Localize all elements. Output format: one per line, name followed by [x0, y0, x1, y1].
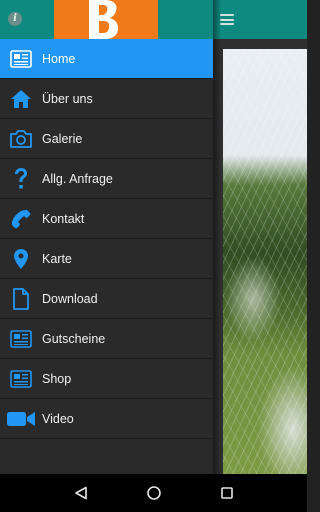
drawer-menu: Home Über uns Galerie Allg. Anfrage Kont: [0, 39, 213, 439]
menu-item-gutscheine[interactable]: Gutscheine: [0, 319, 213, 359]
menu-item-galerie[interactable]: Galerie: [0, 119, 213, 159]
home-icon: [0, 79, 42, 119]
menu-item-label: Shop: [42, 371, 72, 386]
menu-item-label: Über uns: [42, 91, 93, 106]
hamburger-icon[interactable]: [220, 14, 234, 25]
question-icon: [0, 159, 42, 199]
map-pin-icon: [0, 239, 42, 279]
menu-item-ueber-uns[interactable]: Über uns: [0, 79, 213, 119]
recents-square-icon[interactable]: [212, 478, 242, 508]
menu-item-karte[interactable]: Karte: [0, 239, 213, 279]
logo-letter-icon: [89, 0, 119, 39]
menu-item-label: Download: [42, 291, 98, 306]
menu-item-shop[interactable]: Shop: [0, 359, 213, 399]
navigation-drawer: i Home Über uns Galerie Allg. Anfrage Ko…: [0, 0, 213, 474]
menu-item-video[interactable]: Video: [0, 399, 213, 439]
newspaper-icon: [0, 359, 42, 399]
app-toolbar: [213, 0, 307, 39]
menu-item-label: Allg. Anfrage: [42, 171, 113, 186]
menu-item-kontakt[interactable]: Kontakt: [0, 199, 213, 239]
back-triangle-icon[interactable]: [66, 478, 96, 508]
info-icon[interactable]: i: [8, 12, 22, 26]
system-nav-bar: [0, 474, 307, 512]
menu-item-label: Karte: [42, 251, 72, 266]
video-camera-icon: [0, 399, 42, 439]
menu-item-label: Gutscheine: [42, 331, 106, 346]
menu-item-home[interactable]: Home: [0, 39, 213, 79]
menu-item-label: Home: [42, 51, 76, 66]
menu-item-allg-anfrage[interactable]: Allg. Anfrage: [0, 159, 213, 199]
hero-photo: [213, 39, 307, 474]
drawer-shadow: [213, 0, 221, 474]
newspaper-icon: [0, 319, 42, 359]
newspaper-icon: [0, 39, 42, 79]
menu-item-label: Kontakt: [42, 211, 85, 226]
menu-item-label: Video: [42, 411, 74, 426]
drawer-header: i: [0, 0, 213, 39]
brand-logo: [54, 0, 158, 39]
document-icon: [0, 279, 42, 319]
menu-item-label: Galerie: [42, 131, 83, 146]
home-circle-icon[interactable]: [139, 478, 169, 508]
phone-icon: [0, 199, 42, 239]
menu-item-download[interactable]: Download: [0, 279, 213, 319]
camera-icon: [0, 119, 42, 159]
